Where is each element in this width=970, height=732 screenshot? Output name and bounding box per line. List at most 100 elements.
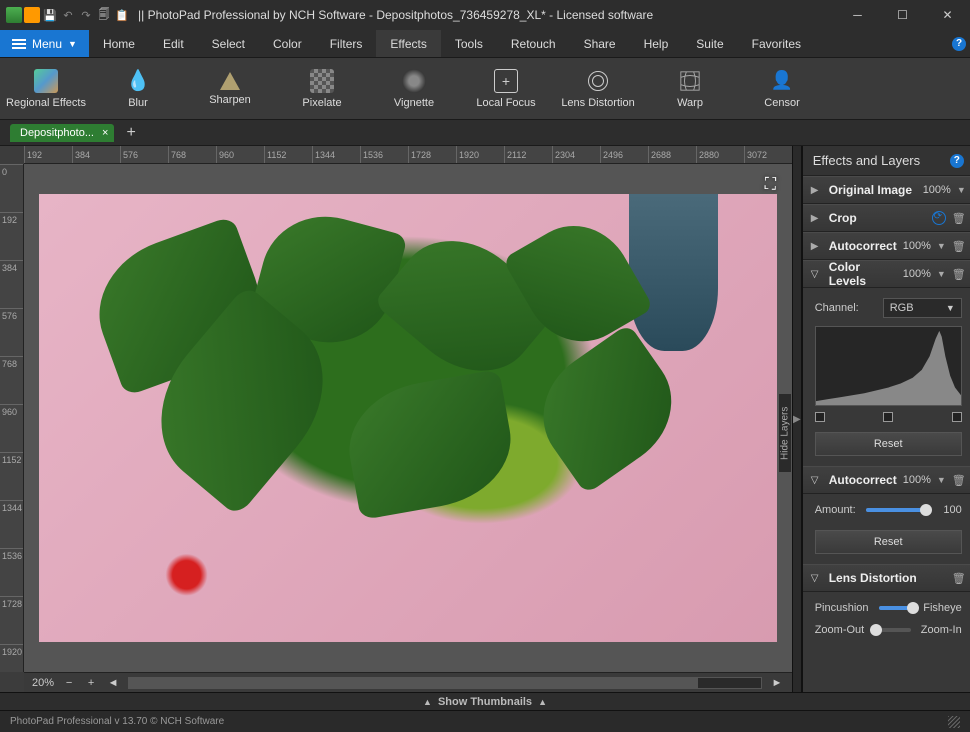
menu-filters[interactable]: Filters — [316, 30, 377, 57]
menu-button[interactable]: Menu ▼ — [0, 30, 89, 57]
document-tabs: Depositphoto... × + — [0, 120, 970, 146]
qa-icon-6[interactable]: 🗐 — [96, 7, 112, 23]
panel-collapse-handle[interactable]: ▶ — [792, 146, 802, 692]
reset-button[interactable]: Reset — [815, 432, 962, 456]
distortion-slider[interactable] — [879, 606, 914, 610]
layer-original-image[interactable]: ▶ Original Image 100% ▼ — [803, 176, 970, 204]
fullscreen-icon[interactable]: ⛶ — [765, 176, 776, 194]
close-button[interactable]: ✕ — [925, 0, 970, 30]
layer-lens-distortion[interactable]: ▽ Lens Distortion 🗑 — [803, 564, 970, 592]
layer-autocorrect-2[interactable]: ▽ Autocorrect 100% ▼ 🗑 — [803, 466, 970, 494]
menu-effects[interactable]: Effects — [376, 30, 440, 57]
opacity-dropdown-icon[interactable]: ▼ — [957, 185, 966, 195]
layer-color-levels[interactable]: ▽ Color Levels 100% ▼ 🗑 — [803, 260, 970, 288]
menu-tools[interactable]: Tools — [441, 30, 497, 57]
zoom-in-button[interactable]: + — [84, 677, 98, 689]
zoom-slider[interactable] — [874, 628, 911, 632]
trash-icon[interactable]: 🗑 — [952, 268, 966, 281]
chevron-down-icon: ▽ — [811, 573, 823, 584]
image-content — [39, 194, 776, 641]
amount-slider[interactable] — [866, 508, 926, 512]
tool-sharpen[interactable]: Sharpen — [184, 58, 276, 119]
statusbar: PhotoPad Professional v 13.70 © NCH Soft… — [0, 710, 970, 732]
tool-local-focus[interactable]: Local Focus — [460, 58, 552, 119]
trash-icon[interactable]: 🗑 — [952, 572, 966, 585]
tool-pixelate[interactable]: Pixelate — [276, 58, 368, 119]
menu-retouch[interactable]: Retouch — [497, 30, 570, 57]
trash-icon[interactable]: 🗑 — [952, 474, 966, 487]
resize-grip[interactable] — [948, 716, 960, 728]
maximize-button[interactable]: ☐ — [880, 0, 925, 30]
tool-regional-effects[interactable]: Regional Effects — [0, 58, 92, 119]
effects-toolbar: Regional Effects💧BlurSharpenPixelateVign… — [0, 58, 970, 120]
canvas-area: 1923845767689601152134415361728192021122… — [0, 146, 792, 692]
vertical-ruler: 0192384576768960115213441536172819202112 — [0, 164, 24, 672]
opacity-dropdown-icon[interactable]: ▼ — [937, 475, 946, 485]
redo-icon[interactable]: ↷ — [78, 7, 94, 23]
color-levels-content: Channel: RGB ▼ — [803, 288, 970, 466]
undo-icon[interactable]: ↶ — [60, 7, 76, 23]
censor-icon: 👤 — [770, 69, 794, 93]
reset-button[interactable]: Reset — [815, 530, 962, 554]
qa-icon-7[interactable]: 📋 — [114, 7, 130, 23]
white-point-handle[interactable] — [952, 412, 962, 422]
minimize-button[interactable]: ─ — [835, 0, 880, 30]
opacity-dropdown-icon[interactable]: ▼ — [937, 269, 946, 279]
scroll-right-button[interactable]: ► — [770, 677, 784, 689]
tool-censor[interactable]: 👤Censor — [736, 58, 828, 119]
horizontal-scrollbar[interactable] — [128, 677, 762, 689]
channel-select[interactable]: RGB ▼ — [883, 298, 962, 318]
menu-select[interactable]: Select — [198, 30, 259, 57]
hamburger-icon — [12, 39, 26, 49]
add-tab-button[interactable]: + — [120, 124, 141, 142]
regional-effects-icon — [34, 69, 58, 93]
menu-help[interactable]: Help — [630, 30, 683, 57]
trash-icon[interactable]: 🗑 — [952, 240, 966, 253]
menu-share[interactable]: Share — [570, 30, 630, 57]
tool-lens-distortion[interactable]: Lens Distortion — [552, 58, 644, 119]
zoom-out-label: Zoom-Out — [815, 624, 865, 636]
histogram[interactable] — [815, 326, 962, 406]
window-title: || PhotoPad Professional by NCH Software… — [138, 8, 835, 22]
pincushion-label: Pincushion — [815, 602, 869, 614]
layer-crop[interactable]: ▶ Crop 🗑 — [803, 204, 970, 232]
tool-vignette[interactable]: Vignette — [368, 58, 460, 119]
qa-icon-1[interactable] — [6, 7, 22, 23]
sync-icon[interactable] — [932, 211, 946, 225]
horizontal-ruler: 1923845767689601152134415361728192021122… — [24, 146, 792, 164]
local-focus-icon — [494, 69, 518, 93]
menu-favorites[interactable]: Favorites — [738, 30, 815, 57]
zoom-in-label: Zoom-In — [921, 624, 962, 636]
menu-color[interactable]: Color — [259, 30, 316, 57]
chevron-down-icon: ▽ — [811, 475, 823, 486]
menu-edit[interactable]: Edit — [149, 30, 198, 57]
show-thumbnails-toggle[interactable]: ▲ Show Thumbnails ▲ — [0, 692, 970, 710]
tool-warp[interactable]: Warp — [644, 58, 736, 119]
help-icon[interactable]: ? — [948, 30, 970, 57]
image-viewport[interactable]: ⛶ Hide Layers — [24, 164, 792, 672]
menu-home[interactable]: Home — [89, 30, 149, 57]
opacity-dropdown-icon[interactable]: ▼ — [937, 241, 946, 251]
channel-label: Channel: — [815, 302, 875, 314]
tool-blur[interactable]: 💧Blur — [92, 58, 184, 119]
black-point-handle[interactable] — [815, 412, 825, 422]
layer-autocorrect[interactable]: ▶ Autocorrect 100% ▼ 🗑 — [803, 232, 970, 260]
mid-point-handle[interactable] — [883, 412, 893, 422]
zoom-out-button[interactable]: − — [62, 677, 76, 689]
chevron-right-icon: ▶ — [811, 241, 823, 252]
menu-suite[interactable]: Suite — [682, 30, 737, 57]
trash-icon[interactable]: 🗑 — [952, 212, 966, 225]
hide-layers-tab[interactable]: Hide Layers — [778, 393, 792, 473]
chevron-right-icon: ▶ — [811, 185, 823, 196]
qa-icon-2[interactable] — [24, 7, 40, 23]
chevron-up-icon: ▲ — [423, 697, 432, 707]
scroll-left-button[interactable]: ◄ — [106, 677, 120, 689]
document-tab[interactable]: Depositphoto... × — [10, 124, 114, 142]
save-icon[interactable]: 💾 — [42, 7, 58, 23]
close-tab-icon[interactable]: × — [102, 127, 108, 139]
lens-distortion-icon — [586, 69, 610, 93]
blur-icon: 💧 — [126, 69, 150, 93]
panel-help-icon[interactable]: ? — [950, 154, 964, 168]
quick-access-icons: 💾 ↶ ↷ 🗐 📋 — [6, 7, 130, 23]
sharpen-icon — [220, 72, 240, 90]
